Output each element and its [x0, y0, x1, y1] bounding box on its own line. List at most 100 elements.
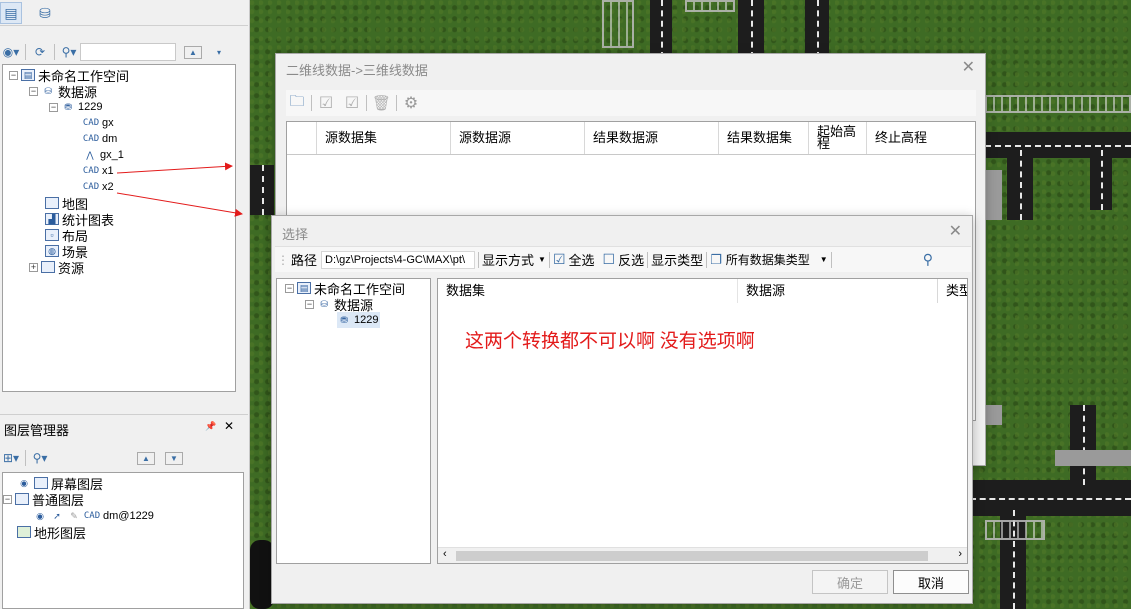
pavement [986, 405, 1002, 425]
tree-node-terrain-layers[interactable]: 地形图层 [17, 524, 87, 541]
path-label: 路径 [291, 253, 318, 268]
refresh-icon[interactable]: ⟳ [31, 42, 49, 62]
resources-icon [41, 261, 55, 273]
toolbar-separator [478, 251, 480, 268]
selectable-icon[interactable]: ➚ [50, 510, 64, 522]
column-header[interactable]: 数据源 [738, 279, 938, 303]
cad-icon: CAD [82, 118, 100, 128]
invert-selection-icon[interactable]: ☑ [343, 93, 361, 113]
invert-label: 反选 [618, 253, 645, 268]
ok-button[interactable]: 确定 [812, 570, 888, 594]
column-header[interactable]: 源数据源 [451, 122, 585, 154]
tree-node-resources[interactable]: + 资源 [29, 259, 84, 276]
display-type-label: 显示类型 [651, 253, 704, 268]
cancel-button[interactable]: 取消 [893, 570, 969, 594]
select-toolbar: ⋮ 路径 D:\gz\Projects\4-GC\MAX\pt\ 显示方式 ▼ … [275, 246, 971, 272]
toolbar-separator [54, 44, 55, 60]
select-tree-panel: − ▤ 未命名工作空间 − ⛁ 数据源 ⛃ 1229 [276, 278, 431, 564]
up-arrow-icon[interactable]: ▲ [184, 45, 202, 59]
scroll-left-icon[interactable]: ‹ [443, 548, 447, 560]
collapse-toggle-icon[interactable]: − [3, 494, 12, 504]
scroll-thumb[interactable] [456, 551, 928, 561]
search-icon[interactable]: ⚲ [923, 251, 933, 268]
select-all-icon[interactable]: ☑ [317, 93, 335, 113]
column-header[interactable]: 起始高程 [809, 122, 867, 154]
delete-icon[interactable]: 🗑 [372, 93, 391, 113]
move-up-icon[interactable]: ▲ [137, 451, 155, 465]
annotation-text: 这两个转换都不可以啊 没有选项啊 [465, 331, 755, 352]
database-tab-icon[interactable]: ⛁ [34, 2, 56, 24]
tree-node-datasources[interactable]: − ⛁ 数据源 [29, 83, 98, 100]
display-mode-dropdown[interactable]: 显示方式 ▼ [482, 250, 546, 269]
normal-layer-icon [15, 493, 29, 505]
collapse-toggle-icon[interactable]: − [49, 102, 58, 112]
column-header[interactable]: 结果数据源 [585, 122, 719, 154]
add-layer-icon[interactable]: ⊞▾ [2, 448, 20, 468]
collapse-toggle-icon[interactable]: − [29, 86, 38, 96]
database-icon: ⛃ [64, 101, 72, 112]
invert-selection-button[interactable]: ☐ 反选 [603, 250, 645, 269]
path-field[interactable]: D:\gz\Projects\4-GC\MAX\pt\ [321, 250, 476, 269]
layer-manager-header: 图层管理器 📌 ✕ [0, 414, 248, 440]
column-header[interactable]: 数据集 [438, 279, 738, 303]
scroll-right-icon[interactable]: › [958, 548, 962, 560]
tree-node-label: 数据源 [58, 84, 98, 100]
chevron-down-icon: ▼ [538, 255, 546, 264]
collapse-toggle-icon[interactable]: − [305, 299, 314, 309]
search-icon[interactable]: ⚲▾ [31, 448, 49, 468]
collapse-icon[interactable]: ▾ [210, 42, 228, 62]
tree-node-label: 地形图层 [34, 525, 87, 541]
collapse-toggle-icon[interactable]: − [9, 70, 18, 80]
editable-icon[interactable]: ✎ [67, 510, 81, 522]
dataset-list: 数据集 数据源 类型 ‹ › [437, 278, 968, 564]
tree-node-dataset[interactable]: CAD gx [83, 115, 114, 131]
eye-icon[interactable]: ◉ [17, 477, 31, 489]
dataset-type-value: 所有数据集类型 [725, 253, 810, 267]
tree-node-dataset[interactable]: ⋀ gx_1 [83, 147, 124, 163]
toolbar-separator [830, 251, 832, 268]
dataset-type-icon: ❐ [710, 251, 722, 267]
scene-icon: ◍ [45, 245, 59, 257]
workspace-tab-icon[interactable]: ▤ [0, 2, 22, 24]
road [1090, 150, 1112, 210]
toolbar-separator [25, 450, 26, 466]
tree-node-dataset[interactable]: CAD dm [83, 131, 117, 147]
pin-icon[interactable]: 📌 [205, 421, 216, 432]
workspace-search-input[interactable] [80, 43, 176, 61]
tree-node-datasource-1229[interactable]: ⛃ 1229 [337, 312, 381, 328]
search-icon[interactable]: ⚲▾ [60, 42, 78, 62]
toolbar-separator [647, 251, 649, 268]
tree-node-datasource-1229[interactable]: − ⛃ 1229 [49, 99, 102, 115]
collapse-toggle-icon[interactable]: − [285, 283, 294, 293]
tree-node-dataset[interactable]: CAD x1 [83, 163, 114, 179]
column-header[interactable]: 结果数据集 [719, 122, 809, 154]
toolbar-separator [311, 95, 312, 111]
workspace-icon: ▤ [21, 69, 35, 81]
tree-node-datasources[interactable]: − ⛁ 数据源 [305, 296, 373, 313]
tree-node-label: x1 [102, 165, 114, 177]
open-datasource-icon[interactable]: ◉▾ [2, 42, 20, 62]
horizontal-scrollbar[interactable]: ‹ › [438, 547, 967, 563]
add-dataset-icon[interactable]: 🗀 [288, 93, 306, 113]
column-header[interactable]: 类型 [938, 279, 967, 303]
move-down-icon[interactable]: ▼ [165, 451, 183, 465]
pavement [986, 170, 1002, 220]
tree-node-label: 1229 [78, 101, 103, 113]
terrain-layer-icon [17, 526, 31, 538]
expand-toggle-icon[interactable]: + [29, 262, 38, 272]
close-icon[interactable]: ✕ [962, 57, 975, 77]
settings-gear-icon[interactable]: ⚙ [402, 93, 420, 113]
column-header[interactable]: 源数据集 [317, 122, 451, 154]
database-icon: ⛃ [340, 314, 348, 325]
close-icon[interactable]: ✕ [224, 419, 234, 433]
chart-icon: ▟ [45, 213, 59, 225]
close-icon[interactable]: ✕ [949, 221, 962, 241]
select-all-button[interactable]: ☑ 全选 [553, 250, 595, 269]
column-header[interactable]: 终止高程 [867, 122, 977, 154]
dataset-type-dropdown[interactable]: ❐ 所有数据集类型 ▼ [710, 251, 828, 268]
select-all-label: 全选 [568, 253, 595, 268]
eye-icon[interactable]: ◉ [33, 510, 47, 522]
filter-input[interactable] [835, 251, 919, 269]
tree-node-normal-layers[interactable]: − 普通图层 [3, 491, 84, 508]
dialog-title: 选择 [282, 227, 309, 242]
